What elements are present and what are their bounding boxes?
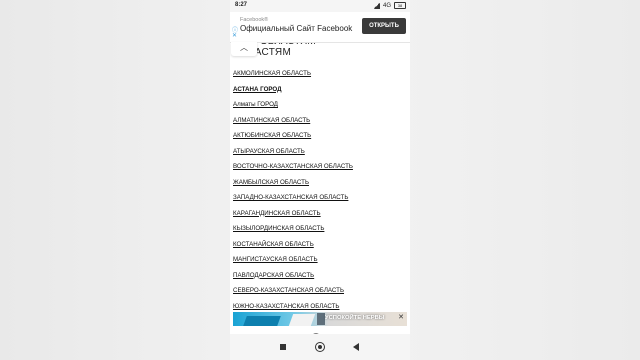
battery-icon: 38 [394,2,406,9]
ad-bottom-text: УСПОКОЙТЕ НЕРВЫ [325,315,385,321]
region-link[interactable]: АКМОЛИНСКАЯ ОБЛАСТЬ [233,66,353,82]
back-icon[interactable] [353,343,359,351]
android-nav-bar [230,334,410,360]
region-link[interactable]: АТЫРАУСКАЯ ОБЛАСТЬ [233,144,353,160]
home-icon[interactable] [315,342,325,352]
phone-screen: 8:27 4G 38 Facebook® ⓘ ✕ Официальный Сай… [230,0,410,360]
ad-headline[interactable]: Официальный Сайт Facebook [240,24,352,33]
region-link[interactable]: ВОСТОЧНО-КАЗАХСТАНСКАЯ ОБЛАСТЬ [233,159,353,175]
region-link[interactable]: МАНГИСТАУСКАЯ ОБЛАСТЬ [233,252,353,268]
ad-brand: Facebook® [240,17,269,23]
ad-graphic [243,316,281,326]
ad-graphic [288,314,316,326]
region-link[interactable]: АЛМАТИНСКАЯ ОБЛАСТЬ [233,113,353,129]
stop-icon[interactable] [280,344,286,350]
region-list: АКМОЛИНСКАЯ ОБЛАСТЬ АСТАНА ГОРОД Алматы … [233,66,353,314]
collapse-ad-button[interactable]: ︿ [231,42,257,56]
status-time: 8:27 [235,2,248,8]
top-ad-banner[interactable]: Facebook® ⓘ ✕ Официальный Сайт Facebook … [230,12,410,43]
region-link[interactable]: Алматы ГОРОД [233,97,353,113]
network-label: 4G [382,2,391,9]
region-link[interactable]: КАРАГАНДИНСКАЯ ОБЛАСТЬ [233,206,353,222]
region-link[interactable]: СЕВЕРО-КАЗАХСТАНСКАЯ ОБЛАСТЬ [233,283,353,299]
status-icons: 4G 38 [372,2,406,9]
close-icon[interactable]: ✕ [232,32,237,39]
bottom-ad-banner[interactable]: УСПОКОЙТЕ НЕРВЫ ✕ [233,312,407,326]
region-link[interactable]: ПАВЛОДАРСКАЯ ОБЛАСТЬ [233,268,353,284]
region-link[interactable]: АСТАНА ГОРОД [233,82,353,98]
signal-icon [372,2,380,9]
ad-graphic [317,313,325,325]
ad-open-button[interactable]: ОТКРЫТЬ [362,18,406,34]
chevron-up-icon: ︿ [240,43,248,52]
status-bar: 8:27 4G 38 [230,0,410,12]
region-link[interactable]: ЖАМБЫЛСКАЯ ОБЛАСТЬ [233,175,353,191]
region-link[interactable]: АКТЮБИНСКАЯ ОБЛАСТЬ [233,128,353,144]
region-link[interactable]: КЫЗЫЛОРДИНСКАЯ ОБЛАСТЬ [233,221,353,237]
region-link[interactable]: КОСТАНАЙСКАЯ ОБЛАСТЬ [233,237,353,253]
close-icon[interactable]: ✕ [398,313,404,321]
region-link[interactable]: ЗАПАДНО-КАЗАХСТАНСКАЯ ОБЛАСТЬ [233,190,353,206]
